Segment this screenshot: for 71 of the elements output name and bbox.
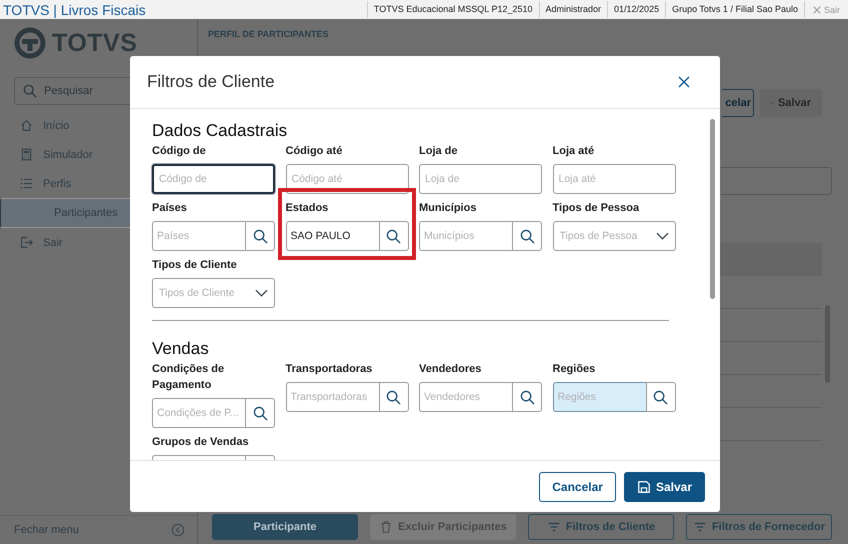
field-label: Tipos de Pessoa: [552, 201, 640, 216]
search-button[interactable]: [512, 382, 542, 412]
field-label: Estados: [286, 201, 330, 216]
search-button[interactable]: [245, 398, 275, 428]
field-label: Vendedores: [419, 362, 482, 377]
field-label: Tipos de Cliente: [152, 258, 238, 273]
input-field[interactable]: Vendedores: [419, 382, 512, 412]
input-field[interactable]: Loja até: [552, 164, 676, 194]
field-label: Transportadoras: [286, 362, 374, 377]
filter-icon: [546, 520, 561, 534]
search-button[interactable]: [646, 382, 676, 412]
list-icon: [20, 177, 33, 190]
dropdown[interactable]: Tipos de Cliente: [152, 278, 275, 308]
input-field[interactable]: Transportadoras: [286, 382, 378, 412]
app-title: TOTVS | Livros Fiscais: [2, 2, 146, 18]
search-button[interactable]: [378, 382, 408, 412]
search-icon: [386, 390, 401, 404]
field-label: Regiões: [552, 362, 596, 377]
filter-button[interactable]: Filtros de Cliente: [528, 514, 674, 540]
add-button[interactable]: Participante: [212, 514, 358, 540]
logo-text: TOTVS: [52, 28, 138, 58]
input-field[interactable]: [721, 167, 832, 195]
input-field[interactable]: Loja de: [419, 164, 542, 194]
session-info: Administrador: [538, 1, 608, 18]
save-button[interactable]: Salvar: [624, 472, 705, 502]
field-label: Condições de Pagamento: [152, 362, 226, 393]
section-title: Vendas: [152, 339, 210, 359]
field-label: Grupos de Vendas: [152, 435, 250, 450]
search-button[interactable]: [512, 221, 542, 251]
input-field[interactable]: SAO PAULO: [286, 221, 378, 251]
filter-icon: [692, 520, 707, 534]
session-info: TOTVS Educacional MSSQL P12_2510: [366, 1, 538, 18]
search-button[interactable]: [378, 221, 408, 251]
home-icon: [20, 119, 33, 132]
field-label: Código de: [152, 144, 207, 159]
cancel-button[interactable]: celar: [722, 89, 754, 117]
search-icon: [520, 228, 534, 244]
calculator-icon: [20, 148, 33, 161]
close-button[interactable]: [676, 74, 692, 90]
exit-icon: [20, 236, 33, 249]
search-icon: [520, 390, 534, 404]
search-icon: [252, 228, 268, 244]
dropdown[interactable]: Tipos de Pessoa: [552, 221, 676, 251]
input-field[interactable]: Países: [152, 221, 245, 251]
input-field[interactable]: Municípios: [419, 221, 512, 251]
search-button[interactable]: [245, 221, 275, 251]
session-info: 01/12/2025: [607, 1, 666, 18]
input-field[interactable]: Condições de P...: [152, 398, 245, 428]
search-icon: [252, 406, 268, 420]
input-field[interactable]: Regiões: [552, 382, 646, 412]
logo-icon: [14, 27, 46, 59]
section-title: Dados Cadastrais: [152, 121, 288, 141]
search-icon: [386, 228, 401, 244]
scrollbar[interactable]: [825, 305, 830, 383]
field-label: Países: [152, 201, 188, 216]
field-label: Loja de: [419, 144, 459, 159]
trash-icon: [379, 520, 394, 534]
chevron-down-icon: [656, 232, 668, 240]
close-icon: [812, 6, 821, 14]
cancel-button[interactable]: Cancelar: [539, 472, 616, 502]
search-icon: [23, 84, 37, 98]
session-info: Grupo Totvs 1 / Filial Sao Paulo: [665, 1, 804, 18]
field-label: Código até: [286, 144, 344, 159]
field-label: Loja até: [552, 144, 596, 159]
input-field[interactable]: Código de: [152, 164, 275, 194]
field-label: Municípios: [419, 201, 478, 216]
filter-button[interactable]: Filtros de Fornecedor: [686, 514, 832, 540]
chevron-down-icon: [255, 289, 268, 297]
page-title: PERFIL DE PARTICIPANTES: [207, 28, 330, 39]
collapse-menu-link[interactable]: Fechar menu: [14, 524, 79, 536]
search-icon: [653, 390, 668, 404]
